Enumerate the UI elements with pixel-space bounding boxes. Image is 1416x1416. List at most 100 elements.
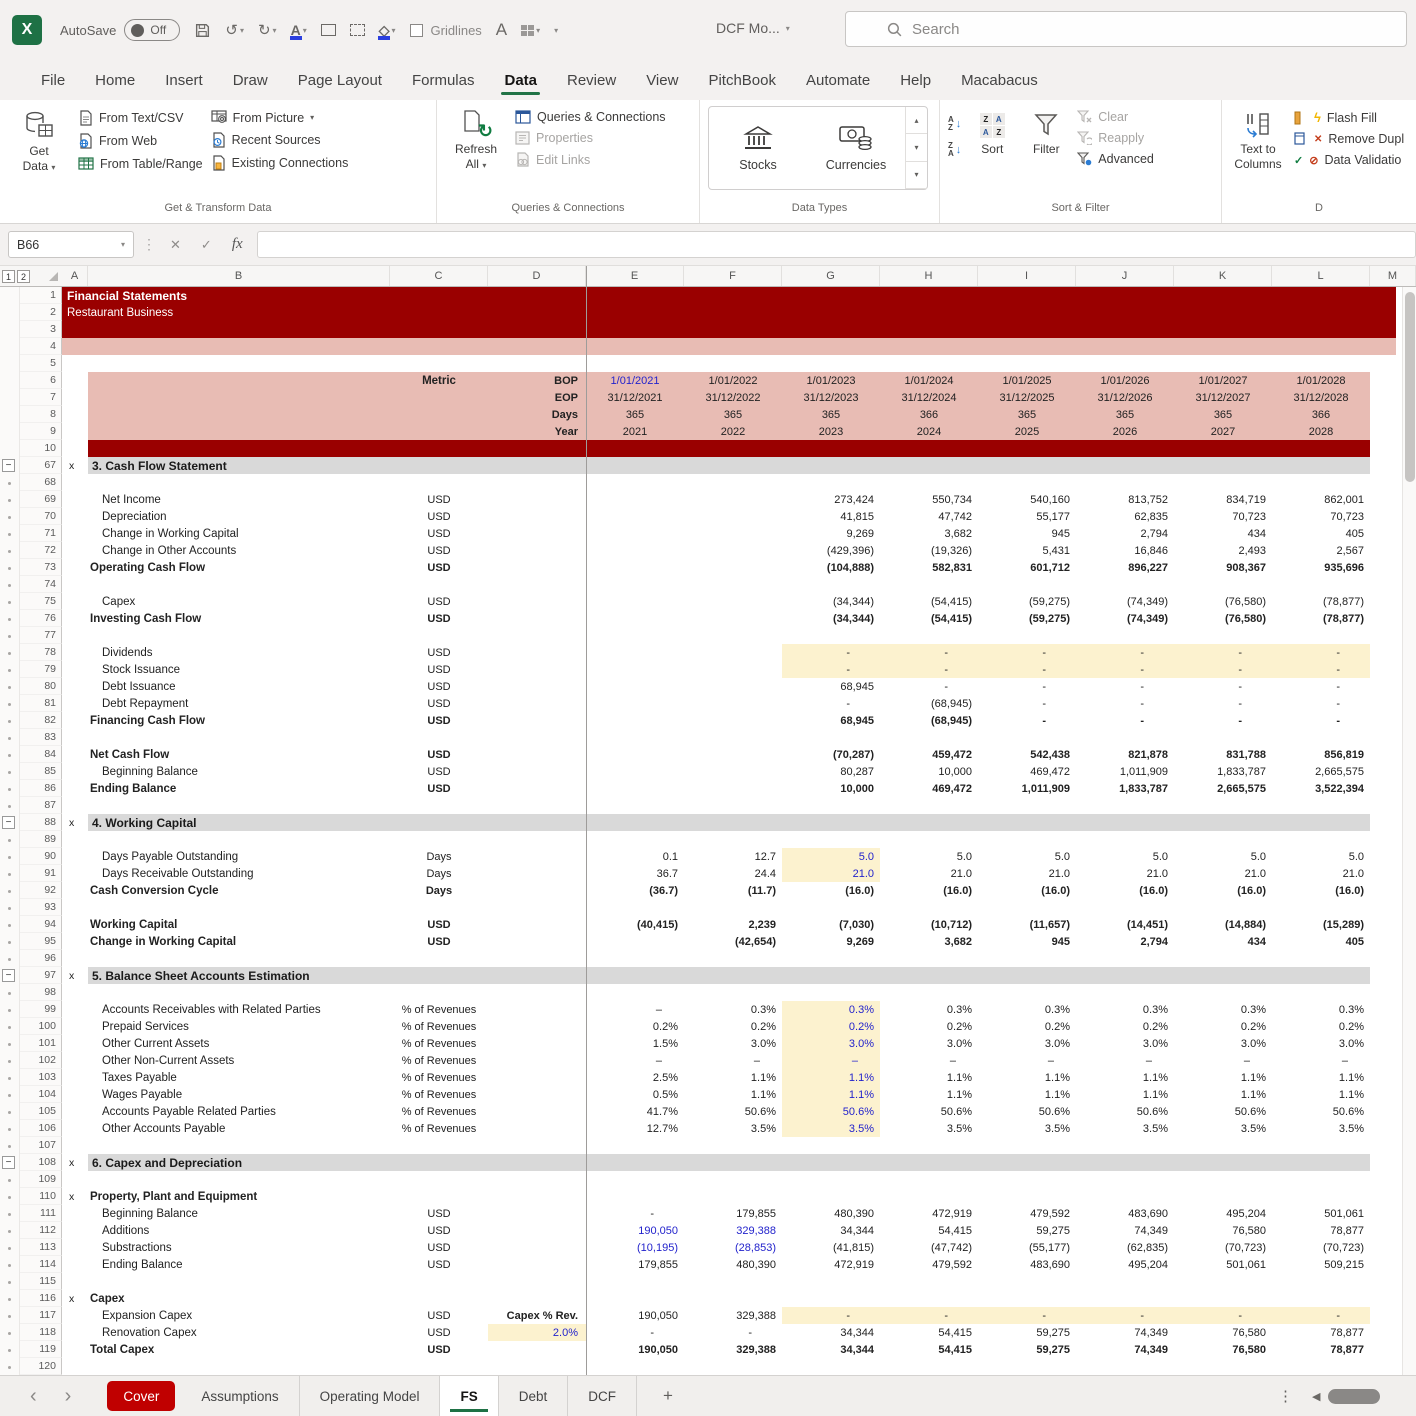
cell-G110[interactable] [782,1188,880,1205]
cell-I90[interactable]: 5.0 [978,848,1076,865]
cell-G116[interactable] [782,1290,880,1307]
cell-J101[interactable]: 3.0% [1076,1035,1174,1052]
cell-A7[interactable] [62,389,88,406]
cell-D114[interactable] [488,1256,586,1273]
cell-J111[interactable]: 483,690 [1076,1205,1174,1222]
cell-G79[interactable]: - [782,661,880,678]
cell-G71[interactable]: 9,269 [782,525,880,542]
cell-F112[interactable]: 329,388 [684,1222,782,1239]
row-header-83[interactable]: 83 [20,729,62,746]
cell-L106[interactable]: 3.5% [1272,1120,1370,1137]
cell-D73[interactable] [488,559,586,576]
cell-L84[interactable]: 856,819 [1272,746,1370,763]
cell-D110[interactable] [488,1188,586,1205]
cell-I103[interactable]: 1.1% [978,1069,1076,1086]
cell-D75[interactable] [488,593,586,610]
data-validation-button[interactable]: ✓⊘ Data Validatio [1294,153,1404,167]
cell-I114[interactable]: 483,690 [978,1256,1076,1273]
cell-G95[interactable]: 9,269 [782,933,880,950]
cell-G82[interactable]: 68,945 [782,712,880,729]
cell-I85[interactable]: 469,472 [978,763,1076,780]
cell-A113[interactable] [62,1239,88,1256]
cell-G112[interactable]: 34,344 [782,1222,880,1239]
row-header-7[interactable]: 7 [20,389,62,406]
cell-A90[interactable] [62,848,88,865]
cell-F69[interactable] [684,491,782,508]
cell-I78[interactable]: - [978,644,1076,661]
cell-A68[interactable] [62,474,88,491]
cell-A8[interactable] [62,406,88,423]
cell-F99[interactable]: 0.3% [684,1001,782,1018]
sort-button[interactable]: ZA AZ Sort [969,106,1015,157]
outline-level-2-button[interactable]: 2 [17,270,30,283]
cell-E7[interactable]: 31/12/2021 [586,389,684,406]
outline-collapse-button-67[interactable]: − [2,459,15,472]
cell-L119[interactable]: 78,877 [1272,1341,1370,1358]
cell-A75[interactable] [62,593,88,610]
cell-I100[interactable]: 0.2% [978,1018,1076,1035]
cell-K94[interactable]: (14,884) [1174,916,1272,933]
cell-D85[interactable] [488,763,586,780]
cell-H110[interactable] [880,1188,978,1205]
cell-K81[interactable]: - [1174,695,1272,712]
cell-K103[interactable]: 1.1% [1174,1069,1272,1086]
cell-D72[interactable] [488,542,586,559]
data-types-scroll-up-icon[interactable]: ▴ [906,107,927,134]
row-header-85[interactable]: 85 [20,763,62,780]
cell-F82[interactable] [684,712,782,729]
cell-G114[interactable]: 472,919 [782,1256,880,1273]
row-header-8[interactable]: 8 [20,406,62,423]
cell-L70[interactable]: 70,723 [1272,508,1370,525]
cell-H117[interactable]: - [880,1307,978,1324]
cell-E94[interactable]: (40,415) [586,916,684,933]
column-header-A[interactable]: A [62,266,88,286]
row-header-6[interactable]: 6 [20,372,62,389]
sheet-tab-cover[interactable]: Cover [107,1381,175,1411]
cell-L101[interactable]: 3.0% [1272,1035,1370,1052]
cell-E82[interactable] [586,712,684,729]
cell-name-box[interactable]: B66 ▾ [8,231,134,258]
cell-B84[interactable]: Net Cash Flow [88,746,390,763]
row-header-110[interactable]: 110 [20,1188,62,1205]
cell-E112[interactable]: 190,050 [586,1222,684,1239]
cell-J110[interactable] [1076,1188,1174,1205]
cell-C105[interactable]: % of Revenues [390,1103,488,1120]
cell-L8[interactable]: 366 [1272,406,1370,423]
cell-F92[interactable]: (11.7) [684,882,782,899]
row-header-100[interactable]: 100 [20,1018,62,1035]
cell-G9[interactable]: 2023 [782,423,880,440]
cell-D7[interactable]: EOP [488,389,586,406]
cell-C72[interactable]: USD [390,542,488,559]
menu-tab-file[interactable]: File [26,60,80,100]
cell-E69[interactable] [586,491,684,508]
cell-C119[interactable]: USD [390,1341,488,1358]
cell-K70[interactable]: 70,723 [1174,508,1272,525]
cell-A85[interactable] [62,763,88,780]
cell-A74[interactable] [62,576,88,593]
cell-D112[interactable] [488,1222,586,1239]
cell-H100[interactable]: 0.2% [880,1018,978,1035]
cell-C106[interactable]: % of Revenues [390,1120,488,1137]
cell-D69[interactable] [488,491,586,508]
cell-H9[interactable]: 2024 [880,423,978,440]
cell-L6[interactable]: 1/01/2028 [1272,372,1370,389]
cell-E114[interactable]: 179,855 [586,1256,684,1273]
cell-E70[interactable] [586,508,684,525]
row-header-77[interactable]: 77 [20,627,62,644]
data-types-scrollbar[interactable]: ▴ ▾ ▾ [905,107,927,189]
cell-G69[interactable]: 273,424 [782,491,880,508]
cell-J116[interactable] [1076,1290,1174,1307]
cell-I110[interactable] [978,1188,1076,1205]
cell-A110[interactable]: x [62,1188,88,1205]
currencies-data-type[interactable]: Currencies [807,107,905,189]
cell-K119[interactable]: 76,580 [1174,1341,1272,1358]
cell-J94[interactable]: (14,451) [1076,916,1174,933]
cell-B9[interactable] [88,423,390,440]
cell-K95[interactable]: 434 [1174,933,1272,950]
cell-J85[interactable]: 1,011,909 [1076,763,1174,780]
cell-L76[interactable]: (78,877) [1272,610,1370,627]
row-header-104[interactable]: 104 [20,1086,62,1103]
row-header-9[interactable]: 9 [20,423,62,440]
cell-A101[interactable] [62,1035,88,1052]
cell-E6[interactable]: 1/01/2021 [586,372,684,389]
